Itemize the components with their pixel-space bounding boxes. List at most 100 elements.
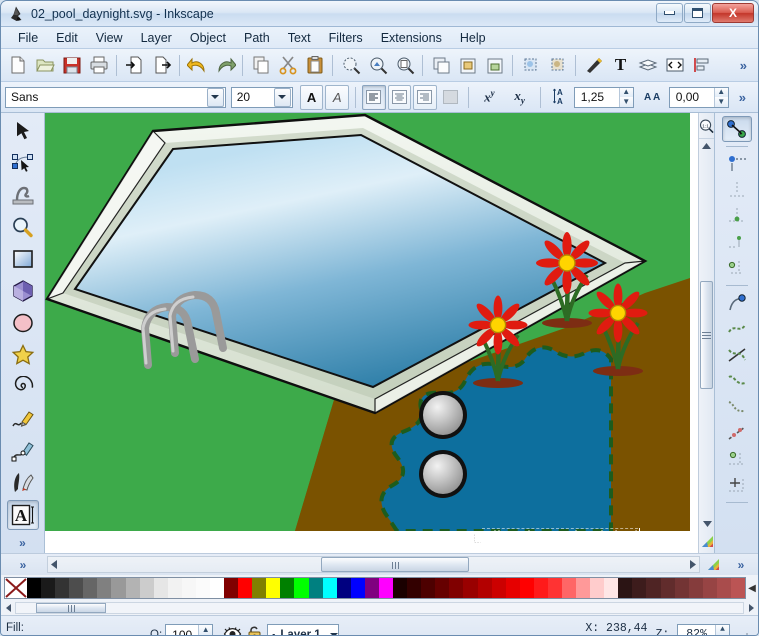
palette-swatch[interactable] [730, 578, 745, 598]
zoom-1-1-button[interactable]: 1:1 [699, 113, 714, 139]
palette-swatch[interactable] [266, 578, 281, 598]
print-document-button[interactable] [85, 52, 112, 79]
palette-swatch[interactable] [97, 578, 112, 598]
align-center-button[interactable] [387, 84, 412, 110]
stepper-up-icon[interactable]: ▲ [716, 624, 729, 635]
menu-view[interactable]: View [87, 29, 132, 47]
scroll-down-arrow[interactable] [699, 517, 715, 531]
group-button[interactable] [454, 52, 481, 79]
palette-swatch[interactable] [308, 578, 323, 598]
stepper-down-icon[interactable]: ▼ [619, 97, 633, 107]
stepper-up-icon[interactable]: ▲ [619, 87, 633, 97]
palette-swatch[interactable] [83, 578, 98, 598]
palette-swatch[interactable] [195, 578, 211, 598]
palette-swatch[interactable] [294, 578, 309, 598]
zoom-page-button[interactable] [391, 52, 418, 79]
maximize-button[interactable] [684, 3, 711, 23]
enable-snapping-button[interactable] [721, 116, 752, 142]
snap-path-button[interactable] [722, 316, 752, 342]
palette-swatch[interactable] [477, 578, 492, 598]
menu-path[interactable]: Path [235, 29, 279, 47]
font-size-combo[interactable]: 20 [230, 86, 293, 108]
open-document-button[interactable] [31, 52, 58, 79]
font-family-combo[interactable]: Sans [5, 86, 226, 108]
stepper-up-icon[interactable]: ▲ [714, 87, 728, 97]
fill-stroke-dialog-button[interactable] [580, 52, 607, 79]
align-right-button[interactable] [413, 84, 437, 110]
italic-button[interactable]: A [325, 84, 349, 110]
palette-swatch[interactable] [224, 578, 239, 598]
raise-selection-button[interactable] [517, 52, 544, 79]
palette-swatch[interactable] [674, 578, 689, 598]
star-tool[interactable] [7, 340, 39, 370]
palette-swatch[interactable] [618, 578, 633, 598]
text-tool[interactable]: A [6, 500, 39, 530]
menu-object[interactable]: Object [181, 29, 235, 47]
snap-midpoint-button[interactable] [722, 420, 752, 446]
paste-button[interactable] [301, 52, 328, 79]
snap-bbox-edge-button[interactable] [722, 177, 752, 203]
subscript-button[interactable]: xy [506, 85, 534, 110]
menu-filters[interactable]: Filters [320, 29, 372, 47]
palette-swatch[interactable] [491, 578, 506, 598]
snap-bbox-corner-button[interactable] [722, 203, 752, 229]
undo-button[interactable] [184, 52, 211, 79]
snapbar-overflow-chevron[interactable]: » [724, 558, 758, 572]
vertical-scroll-thumb[interactable] [700, 281, 713, 389]
palette-swatch[interactable] [688, 578, 703, 598]
pencil-tool[interactable] [7, 404, 39, 434]
palette-swatch[interactable] [505, 578, 520, 598]
align-dialog-button[interactable] [688, 52, 715, 79]
export-button[interactable] [148, 52, 175, 79]
xml-editor-button[interactable] [661, 52, 688, 79]
ungroup-button[interactable] [481, 52, 508, 79]
palette-swatch[interactable] [533, 578, 548, 598]
layer-selector[interactable]: ▪ Layer 1 [267, 623, 340, 635]
align-left-button[interactable] [361, 84, 386, 110]
text-object-filtration[interactable]: Filtration scheduled [474, 528, 641, 549]
superscript-button[interactable]: xy [475, 85, 503, 110]
color-palette[interactable] [4, 577, 746, 599]
palette-swatch[interactable] [181, 578, 196, 598]
command-toolbar-overflow[interactable]: » [732, 58, 755, 73]
palette-swatch[interactable] [125, 578, 140, 598]
chevron-down-icon[interactable] [273, 87, 291, 107]
close-button[interactable]: X [712, 3, 754, 23]
opacity-control[interactable]: O: 100 ▲ ▼ [150, 624, 214, 635]
save-document-button[interactable] [58, 52, 85, 79]
opacity-stepper[interactable]: ▲ ▼ [198, 625, 213, 635]
palette-swatch[interactable] [210, 578, 225, 598]
palette-swatch[interactable] [238, 578, 253, 598]
menu-text[interactable]: Text [279, 29, 320, 47]
palette-swatch[interactable] [449, 578, 464, 598]
zoom-stepper[interactable]: ▲ ▼ [715, 624, 729, 635]
palette-swatch[interactable] [69, 578, 84, 598]
horizontal-scroll-thumb[interactable] [321, 557, 470, 572]
palette-swatch[interactable] [561, 578, 577, 598]
resize-grip-icon[interactable] [738, 629, 750, 636]
vertical-scrollbar[interactable]: 1:1 [698, 113, 714, 553]
selector-tool[interactable] [7, 116, 39, 146]
canvas-area[interactable]: Filtration scheduled [45, 113, 698, 553]
palette-swatch[interactable] [421, 578, 436, 598]
line-spacing-stepper[interactable]: ▲ ▼ [618, 87, 633, 107]
palette-scroll-thumb[interactable] [36, 603, 106, 613]
palette-swatch[interactable] [519, 578, 534, 598]
palette-more-arrow[interactable]: ◀ [746, 583, 758, 594]
lower-selection-button[interactable] [544, 52, 571, 79]
menu-help[interactable]: Help [451, 29, 495, 47]
horizontal-scrollbar[interactable] [47, 556, 700, 573]
snap-nodes-paths-button[interactable] [722, 290, 752, 316]
lock-open-icon[interactable] [247, 625, 262, 635]
color-wheel-icon[interactable] [701, 535, 714, 551]
palette-swatch[interactable] [393, 578, 408, 598]
menu-extensions[interactable]: Extensions [372, 29, 451, 47]
bold-button[interactable]: A [299, 84, 324, 110]
rectangle-tool[interactable] [7, 244, 39, 274]
import-button[interactable] [121, 52, 148, 79]
palette-swatch[interactable] [463, 578, 478, 598]
palette-swatch[interactable] [322, 578, 337, 598]
palette-swatch[interactable] [604, 578, 619, 598]
snap-path-intersection-button[interactable] [722, 342, 752, 368]
palette-swatch[interactable] [702, 578, 717, 598]
